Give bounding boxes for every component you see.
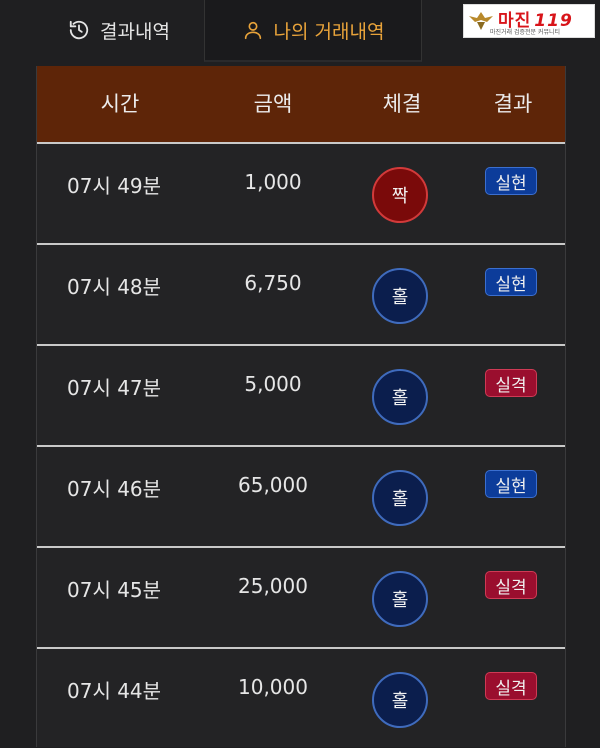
row-amount: 5,000 [244, 372, 302, 396]
header-time: 시간 [100, 92, 140, 116]
execution-ball-odd: 홀 [372, 369, 428, 425]
result-badge-win: 실현 [485, 268, 537, 296]
result-badge-lose: 실격 [485, 571, 537, 599]
row-time: 07시 44분 [67, 679, 162, 703]
row-time: 07시 49분 [67, 174, 162, 198]
row-amount: 25,000 [238, 574, 308, 598]
execution-ball-odd: 홀 [372, 571, 428, 627]
row-time: 07시 47분 [67, 376, 162, 400]
table-row: 07시 44분 10,000 홀 실격 [37, 649, 565, 748]
table-row: 07시 45분 25,000 홀 실격 [37, 548, 565, 649]
result-badge-win: 실현 [485, 470, 537, 498]
row-amount: 65,000 [238, 473, 308, 497]
execution-ball-odd: 홀 [372, 470, 428, 526]
logo-subtitle: 마진거래 검증전문 커뮤니티 [490, 29, 561, 36]
execution-ball-odd: 홀 [372, 268, 428, 324]
history-icon [69, 20, 89, 40]
trade-history-table: 시간 금액 체결 결과 07시 49분 1,000 짝 실현 07시 48분 6… [36, 66, 566, 747]
result-badge-lose: 실격 [485, 369, 537, 397]
row-amount: 10,000 [238, 675, 308, 699]
table-row: 07시 47분 5,000 홀 실격 [37, 346, 565, 447]
execution-ball-odd: 홀 [372, 672, 428, 728]
table-row: 07시 48분 6,750 홀 실현 [37, 245, 565, 346]
result-badge-win: 실현 [485, 167, 537, 195]
table-row: 07시 46분 65,000 홀 실현 [37, 447, 565, 548]
row-amount: 1,000 [244, 170, 302, 194]
tab-my-trades-label: 나의 거래내역 [273, 20, 385, 43]
row-amount: 6,750 [244, 271, 302, 295]
row-time: 07시 45분 [67, 578, 162, 602]
header-result: 결과 [493, 92, 533, 116]
execution-ball-even: 짝 [372, 167, 428, 223]
tab-result-history[interactable]: 결과내역 [40, 0, 198, 60]
header-execution: 체결 [382, 92, 422, 116]
tab-result-history-label: 결과내역 [100, 20, 170, 43]
row-time: 07시 48분 [67, 275, 162, 299]
logo: 마진 119 마진거래 검증전문 커뮤니티 [463, 4, 595, 38]
row-time: 07시 46분 [67, 477, 162, 501]
header-amount: 금액 [253, 92, 293, 116]
tab-my-trades[interactable]: 나의 거래내역 [204, 0, 422, 62]
result-badge-lose: 실격 [485, 672, 537, 700]
table-header: 시간 금액 체결 결과 [37, 66, 565, 144]
table-row: 07시 49분 1,000 짝 실현 [37, 144, 565, 245]
user-icon [244, 21, 261, 40]
